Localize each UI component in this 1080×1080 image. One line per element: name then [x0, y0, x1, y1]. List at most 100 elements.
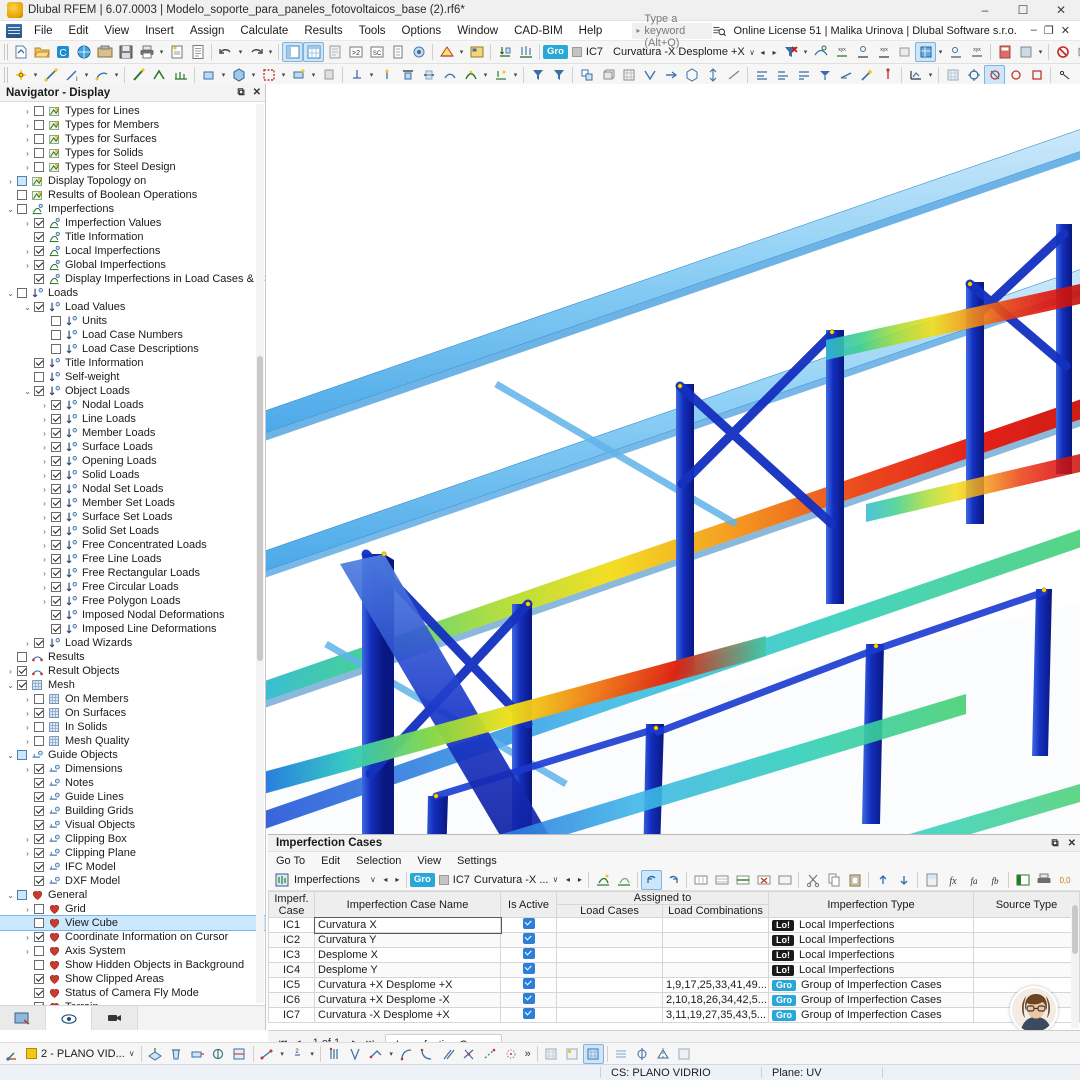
tree-item-checkbox[interactable]	[51, 540, 61, 550]
navigator-tree-item[interactable]: ⌄General	[0, 888, 265, 902]
imp-menu-go-to[interactable]: Go To	[268, 855, 313, 867]
solid-result-dropdown[interactable]: ▾	[936, 42, 945, 62]
navigator-tree-item[interactable]: ⌄Loads	[0, 286, 265, 300]
line-support-icon[interactable]	[346, 65, 367, 85]
mirror-plane-bottom-icon[interactable]	[653, 1044, 674, 1064]
navigator-tree-item[interactable]: Show Hidden Objects in Background	[0, 958, 265, 972]
chevron-right-icon[interactable]: ›	[21, 723, 34, 732]
tree-item-checkbox[interactable]	[34, 274, 44, 284]
taper-icon[interactable]	[835, 65, 856, 85]
parallel-icon[interactable]	[438, 1044, 459, 1064]
release-icon[interactable]	[376, 65, 397, 85]
navigator-tree-item[interactable]: ⌄Guide Objects	[0, 748, 265, 762]
navigator-tree-item[interactable]: ›Local Imperfections	[0, 244, 265, 258]
navigator-tree-item[interactable]: ›Types for Members	[0, 118, 265, 132]
local-deform-icon[interactable]: xyx	[831, 42, 852, 62]
navigator-tree-item[interactable]: Display Imperfections in Load Cases & Co…	[0, 272, 265, 286]
menu-calculate[interactable]: Calculate	[232, 23, 296, 39]
navigator-tree-item[interactable]: Terrain	[0, 1000, 265, 1005]
navigator-tree-item[interactable]: ›Member Set Loads	[0, 496, 265, 510]
undo-table-icon[interactable]	[641, 870, 662, 890]
imperfection-dropdown[interactable]: ▾	[481, 65, 490, 85]
delete-results-icon[interactable]	[1052, 42, 1073, 62]
chevron-right-icon[interactable]: ›	[21, 947, 34, 956]
chevron-right-icon[interactable]: ›	[21, 765, 34, 774]
maximize-button[interactable]: ☐	[1004, 0, 1042, 20]
tree-item-checkbox[interactable]	[51, 330, 61, 340]
snap-grid-dropdown[interactable]: ▾	[308, 1044, 317, 1064]
navigator-tree-item[interactable]: ›Solid Loads	[0, 468, 265, 482]
print-dropdown[interactable]: ▾	[157, 42, 166, 62]
close-panel-icon[interactable]: ✕	[1068, 838, 1076, 849]
navigator-tree-item[interactable]: Self-weight	[0, 370, 265, 384]
tree-item-checkbox[interactable]	[51, 554, 61, 564]
cell-is-active[interactable]	[501, 918, 557, 933]
export-table-icon[interactable]: SC	[366, 42, 387, 62]
tree-item-checkbox[interactable]	[17, 288, 27, 298]
navigator-tree-item[interactable]: ›Free Circular Loads	[0, 580, 265, 594]
decimals-icon[interactable]: 0,0	[1054, 870, 1075, 890]
imp-case-prev-button[interactable]: ◂	[562, 875, 573, 884]
move-down-icon[interactable]	[893, 870, 914, 890]
navigator-tree-item[interactable]: Visual Objects	[0, 818, 265, 832]
work-plane-selector[interactable]: 2 - PLANO VID... ∨	[23, 1048, 138, 1060]
table-row[interactable]: IC6Curvatura +X Desplome -X2,10,18,26,34…	[269, 993, 1080, 1008]
display-navigator-tab[interactable]	[46, 1006, 92, 1030]
chevron-down-icon[interactable]: ⌄	[4, 751, 17, 760]
calculator-icon[interactable]	[994, 42, 1015, 62]
view-settings-bottom-icon[interactable]	[674, 1044, 695, 1064]
tree-item-checkbox[interactable]	[34, 946, 44, 956]
chevron-right-icon[interactable]: ›	[38, 457, 51, 466]
tree-item-checkbox[interactable]	[34, 694, 44, 704]
tree-item-checkbox[interactable]	[34, 834, 44, 844]
cell-is-active[interactable]	[501, 1008, 557, 1023]
navigator-tree-item[interactable]: Units	[0, 314, 265, 328]
user-avatar[interactable]	[1010, 986, 1058, 1030]
load-combination-icon[interactable]	[515, 42, 536, 62]
chevron-right-icon[interactable]: ›	[38, 485, 51, 494]
menu-window[interactable]: Window	[449, 23, 506, 39]
data-panel-icon[interactable]	[324, 42, 345, 62]
navigator-tree-item[interactable]: Load Case Numbers	[0, 328, 265, 342]
chevron-right-icon[interactable]: ›	[38, 499, 51, 508]
active-checkbox[interactable]	[523, 918, 535, 929]
chevron-down-icon[interactable]: ⌄	[21, 303, 34, 312]
solid-dropdown[interactable]: ▾	[249, 65, 258, 85]
chevron-right-icon[interactable]: ›	[21, 247, 34, 256]
navigator-panel-icon[interactable]	[282, 42, 303, 62]
navigator-tree-item[interactable]: Status of Camera Fly Mode	[0, 986, 265, 1000]
navigator-tree-item[interactable]: View Cube	[0, 916, 265, 930]
grid-visible-icon[interactable]	[942, 65, 963, 85]
node-icon[interactable]	[10, 65, 31, 85]
chevron-right-icon[interactable]: ›	[21, 933, 34, 942]
navigator-tree-item[interactable]: ›Types for Lines	[0, 104, 265, 118]
chevron-right-icon[interactable]: ›	[38, 443, 51, 452]
measure-icon[interactable]	[723, 65, 744, 85]
navigator-tree-item[interactable]: Results of Boolean Operations	[0, 188, 265, 202]
fx-icon[interactable]: fx	[942, 870, 963, 890]
chevron-right-icon[interactable]: ›	[38, 527, 51, 536]
section-icon[interactable]	[436, 42, 457, 62]
paste-icon[interactable]	[844, 870, 865, 890]
table-row[interactable]: IC3Desplome XLo!Local Imperfections	[269, 948, 1080, 963]
perp-icon[interactable]	[396, 1044, 417, 1064]
redo-dropdown[interactable]: ▾	[266, 42, 275, 62]
undo-dropdown[interactable]: ▾	[236, 42, 245, 62]
navigator-tree-item[interactable]: ›Free Polygon Loads	[0, 594, 265, 608]
navigator-tree-item[interactable]: ›Grid	[0, 902, 265, 916]
cell-is-active[interactable]	[501, 933, 557, 948]
chart-icon[interactable]	[905, 65, 926, 85]
table-scrollbar[interactable]	[1071, 905, 1079, 1028]
load-case-icon[interactable]	[494, 42, 515, 62]
navigator-tree-item[interactable]: ›Mesh Quality	[0, 734, 265, 748]
imperfection-icon[interactable]	[460, 65, 481, 85]
navigator-tree-item[interactable]: ›On Members	[0, 692, 265, 706]
application-menu-icon[interactable]	[6, 24, 22, 38]
chevron-right-icon[interactable]: ›	[21, 135, 34, 144]
model-info-icon[interactable]	[466, 42, 487, 62]
tree-item-checkbox[interactable]	[34, 848, 44, 858]
load-wizard-icon[interactable]	[490, 65, 511, 85]
navigator-tree-item[interactable]: ›Member Loads	[0, 426, 265, 440]
tree-item-checkbox[interactable]	[34, 708, 44, 718]
tree-item-checkbox[interactable]	[17, 190, 27, 200]
